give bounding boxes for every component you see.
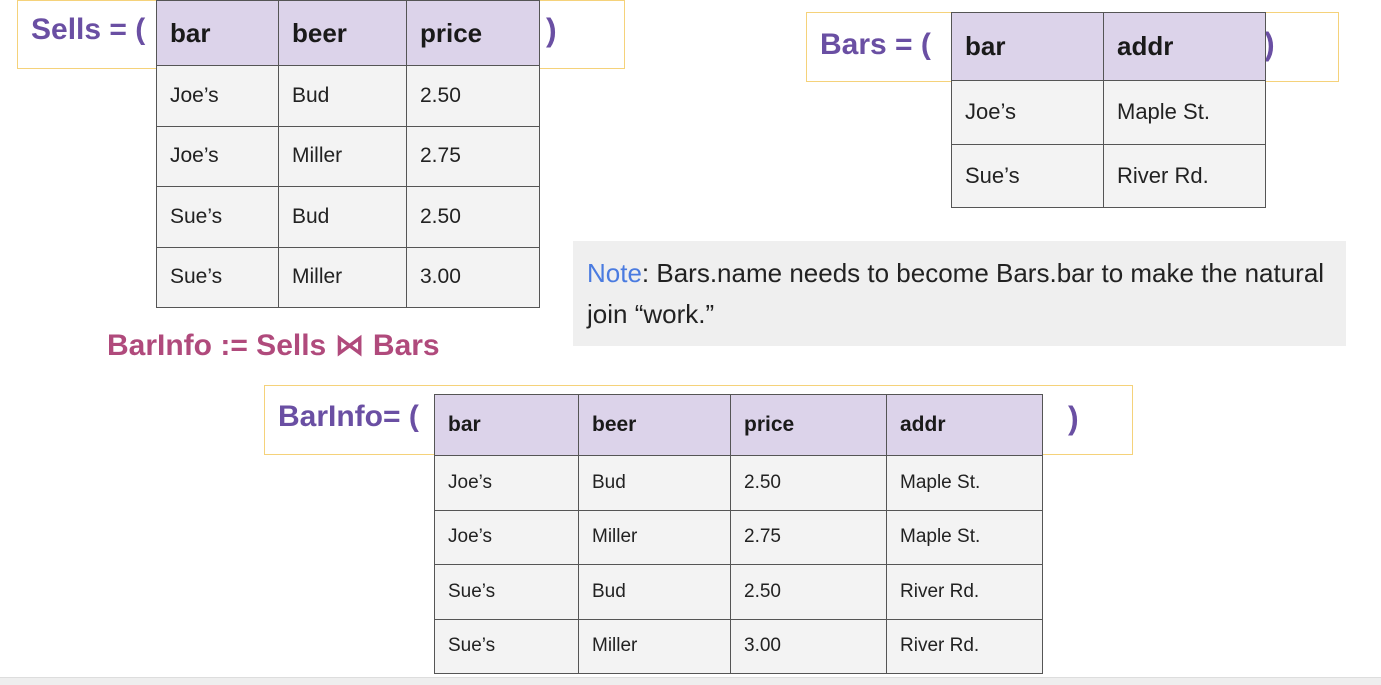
bars-col-addr: addr — [1103, 12, 1266, 81]
barinfo-header-row: bar beer price addr — [434, 394, 1043, 456]
cell: 2.50 — [730, 564, 887, 620]
bars-header-row: bar addr — [951, 12, 1266, 81]
cell: Maple St. — [1103, 80, 1266, 145]
cell: 2.75 — [730, 509, 887, 565]
cell: 2.50 — [730, 455, 887, 511]
cell: Sue’s — [434, 564, 579, 620]
barinfo-close-paren: ) — [1068, 400, 1079, 436]
table-row: Joe’s Miller 2.75 Maple St. — [434, 509, 1043, 565]
cell: Bud — [278, 65, 407, 127]
cell: Bud — [578, 564, 731, 620]
barinfo-col-bar: bar — [434, 394, 579, 456]
sells-header-row: bar beer price — [156, 0, 540, 66]
cell: River Rd. — [886, 618, 1043, 674]
sells-col-price: price — [406, 0, 540, 66]
cell: Sue’s — [156, 186, 279, 248]
note-text: : Bars.name needs to become Bars.bar to … — [587, 258, 1325, 329]
table-row: Sue’s Miller 3.00 — [156, 246, 540, 308]
sells-table: bar beer price Joe’s Bud 2.50 Joe’s Mill… — [156, 0, 540, 308]
note-label: Note — [587, 258, 642, 288]
bars-col-bar: bar — [951, 12, 1104, 81]
cell: Joe’s — [434, 509, 579, 565]
cell: Sue’s — [951, 143, 1104, 208]
cell: Bud — [578, 455, 731, 511]
cell: 3.00 — [730, 618, 887, 674]
cell: Miller — [278, 246, 407, 308]
table-row: Joe’s Miller 2.75 — [156, 125, 540, 187]
table-row: Joe’s Bud 2.50 — [156, 65, 540, 127]
cell: Maple St. — [886, 509, 1043, 565]
table-row: Joe’s Maple St. — [951, 80, 1266, 145]
cell: Miller — [278, 125, 407, 187]
sells-col-bar: bar — [156, 0, 279, 66]
cell: Joe’s — [156, 125, 279, 187]
bars-table: bar addr Joe’s Maple St. Sue’s River Rd. — [951, 12, 1266, 208]
cell: 3.00 — [406, 246, 540, 308]
table-row: Sue’s River Rd. — [951, 143, 1266, 208]
cell: Miller — [578, 618, 731, 674]
cell: Sue’s — [156, 246, 279, 308]
barinfo-label: BarInfo= ( — [278, 400, 419, 433]
table-row: Joe’s Bud 2.50 Maple St. — [434, 455, 1043, 511]
table-row: Sue’s Miller 3.00 River Rd. — [434, 618, 1043, 674]
cell: River Rd. — [1103, 143, 1266, 208]
cell: Miller — [578, 509, 731, 565]
cell: 2.50 — [406, 65, 540, 127]
cell: Bud — [278, 186, 407, 248]
cell: 2.75 — [406, 125, 540, 187]
sells-col-beer: beer — [278, 0, 407, 66]
cell: Maple St. — [886, 455, 1043, 511]
natural-join-formula: BarInfo := Sells ⋈ Bars — [107, 329, 440, 362]
note-box: Note: Bars.name needs to become Bars.bar… — [573, 241, 1346, 346]
table-row: Sue’s Bud 2.50 River Rd. — [434, 564, 1043, 620]
cell: Joe’s — [156, 65, 279, 127]
barinfo-table: bar beer price addr Joe’s Bud 2.50 Maple… — [434, 394, 1043, 674]
table-row: Sue’s Bud 2.50 — [156, 186, 540, 248]
cell: Joe’s — [951, 80, 1104, 145]
cell: 2.50 — [406, 186, 540, 248]
cell: River Rd. — [886, 564, 1043, 620]
barinfo-col-price: price — [730, 394, 887, 456]
cell: Sue’s — [434, 618, 579, 674]
cell: Joe’s — [434, 455, 579, 511]
bars-label: Bars = ( — [820, 28, 931, 61]
barinfo-col-addr: addr — [886, 394, 1043, 456]
sells-close-paren: ) — [546, 12, 557, 48]
sells-label: Sells = ( — [31, 13, 146, 46]
barinfo-col-beer: beer — [578, 394, 731, 456]
